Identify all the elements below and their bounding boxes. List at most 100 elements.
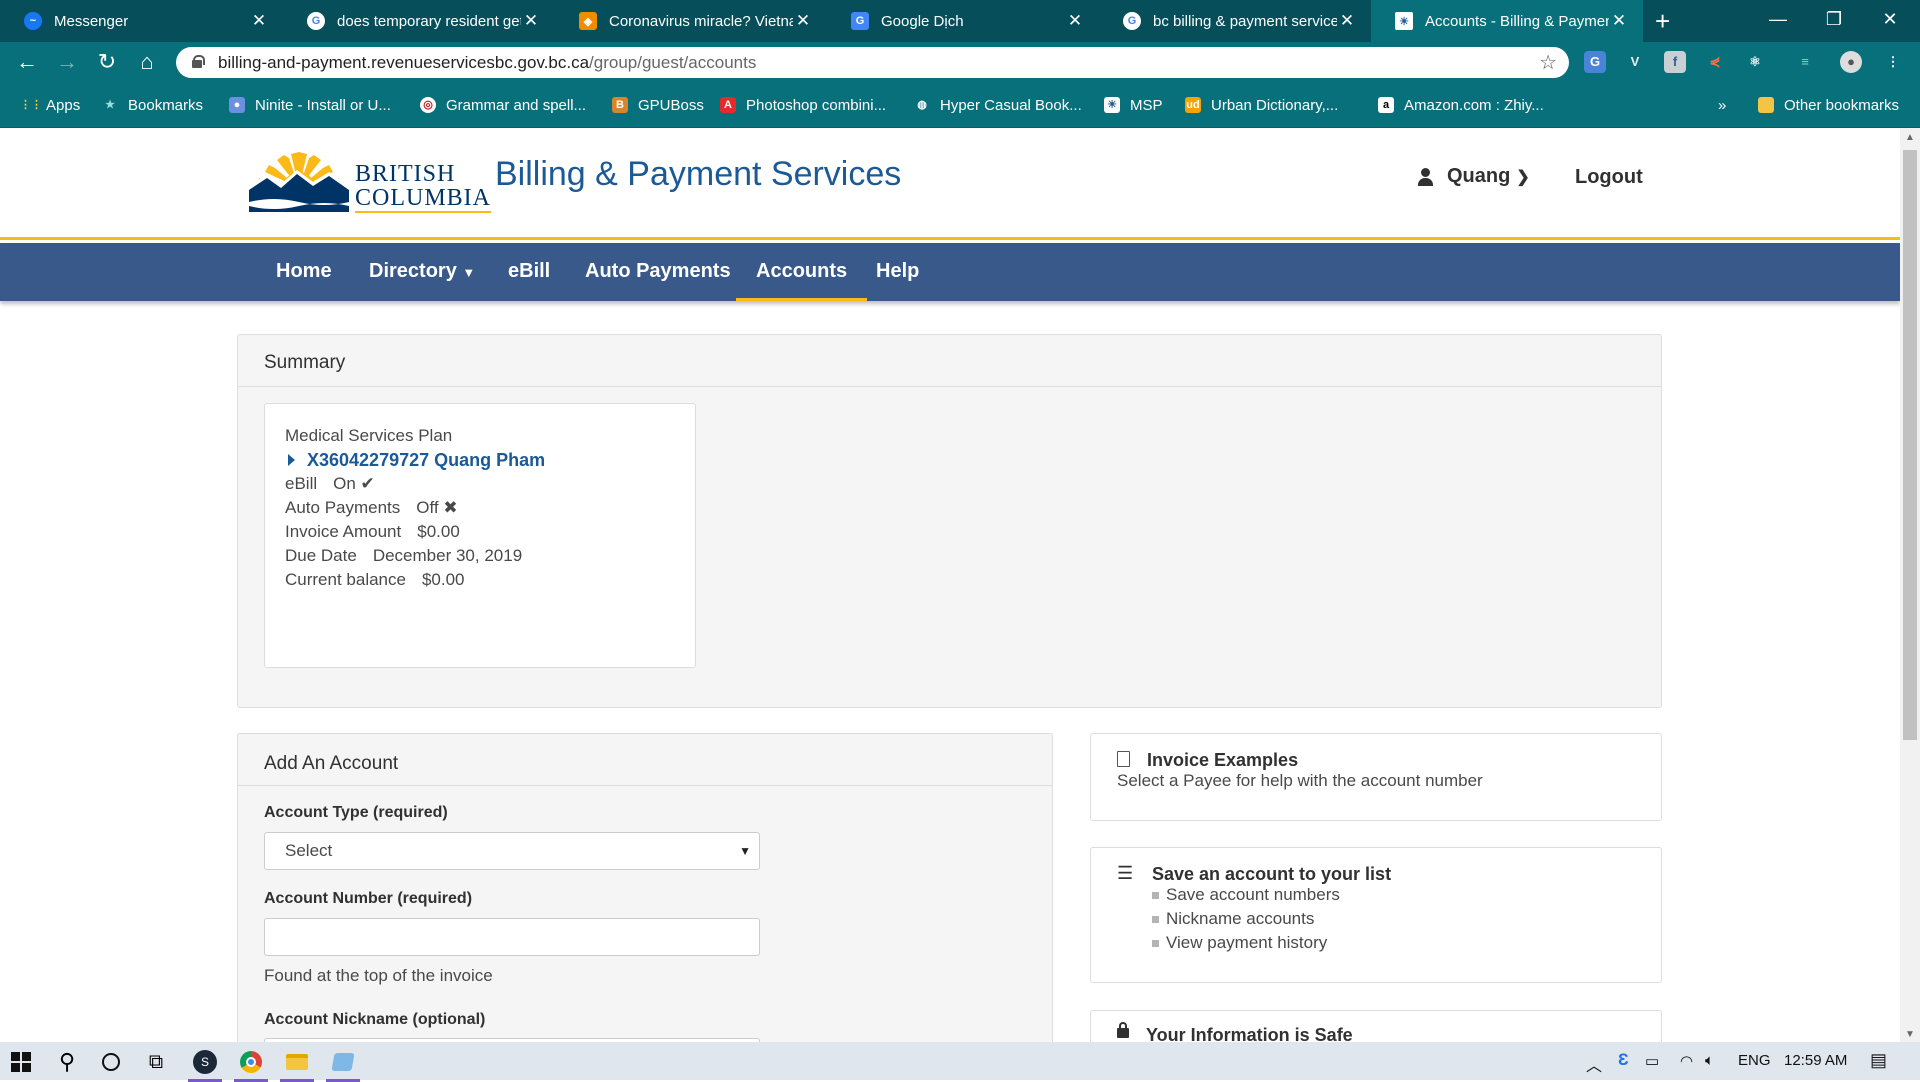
tab-accounts-active[interactable]: ☀ Accounts - Billing & Payment ✕ <box>1371 0 1643 42</box>
tab-bc-billing-search[interactable]: G bc billing & payment services ✕ <box>1099 0 1371 42</box>
account-type-label: Account Type (required) <box>264 804 448 821</box>
task-view-icon[interactable]: ⧉ <box>137 1046 175 1078</box>
forward-icon[interactable]: → <box>50 42 84 82</box>
tab-title: Google Dịch <box>881 12 964 30</box>
profile-avatar[interactable]: ● <box>1840 51 1862 73</box>
tab-google-search[interactable]: G does temporary resident get ✕ <box>283 0 555 42</box>
caret-down-icon: ▼ <box>462 265 476 280</box>
tab-coronavirus[interactable]: ◈ Coronavirus miracle? Vietnam ✕ <box>555 0 827 42</box>
back-icon[interactable]: ← <box>10 42 44 82</box>
share-extension-icon[interactable]: ⋞ <box>1704 51 1726 73</box>
windows-taskbar: ⚲ ⧉ S ︿ Ɛ ▭ ◠ 🔈︎ ENG 12:59 AM ▤ <box>0 1042 1920 1082</box>
bookmark-urban-dictionary[interactable]: ud Urban Dictionary,... <box>1185 94 1338 116</box>
tab-google-translate[interactable]: G Google Dịch ✕ <box>827 0 1099 42</box>
bc-sun-icon <box>249 152 349 212</box>
bookmarks-bar: ⋮⋮ Apps ★ Bookmarks ● Ninite - Install or U… <box>0 82 1920 128</box>
restore-icon[interactable]: ❐ <box>1806 0 1862 40</box>
new-tab-button[interactable]: + <box>1655 6 1670 37</box>
account-number-input[interactable] <box>264 918 760 956</box>
amazon-icon: a <box>1378 97 1394 113</box>
bookmark-grammar[interactable]: ◎ Grammar and spell... <box>420 94 586 116</box>
tab-title: bc billing & payment services <box>1153 12 1337 30</box>
app-icon[interactable] <box>324 1046 362 1082</box>
chrome-icon[interactable] <box>232 1046 270 1082</box>
windows-start-icon[interactable] <box>2 1046 40 1078</box>
site-title[interactable]: Billing & Payment Services <box>495 155 901 194</box>
steam-icon[interactable]: S <box>186 1046 224 1082</box>
nav-accounts[interactable]: Accounts <box>736 243 868 301</box>
nav-ebill[interactable]: eBill <box>488 243 570 301</box>
menu-dots-icon[interactable]: ⋮ <box>1882 51 1904 73</box>
user-menu-button[interactable]: Quang ❯ <box>1418 165 1530 188</box>
nav-help[interactable]: Help <box>856 243 939 301</box>
edge-tray-icon[interactable]: Ɛ <box>1618 1050 1629 1070</box>
bookmark-star-icon[interactable]: ☆ <box>1539 50 1557 75</box>
list-item: View payment history <box>1152 931 1340 955</box>
clock[interactable]: 12:59 AM <box>1784 1052 1847 1069</box>
logout-link[interactable]: Logout <box>1575 166 1643 189</box>
bc-logo[interactable]: BRITISH COLUMBIA <box>249 146 492 216</box>
close-icon[interactable]: ✕ <box>793 11 813 31</box>
cortana-icon[interactable] <box>92 1046 130 1078</box>
nav-directory[interactable]: Directory ▼ <box>349 243 495 301</box>
translate-extension-icon[interactable]: G <box>1584 51 1606 73</box>
reading-list-icon[interactable]: ≡ <box>1794 51 1816 73</box>
bookmark-gpuboss[interactable]: B GPUBoss <box>612 94 704 116</box>
file-explorer-icon[interactable] <box>278 1046 316 1082</box>
close-icon[interactable]: ✕ <box>1337 11 1357 31</box>
vimium-extension-icon[interactable]: V <box>1624 51 1646 73</box>
invoice-amount-label: Invoice Amount <box>285 522 402 541</box>
react-extension-icon[interactable]: ⚛ <box>1744 51 1766 73</box>
add-account-heading: Add An Account <box>238 734 1052 786</box>
address-bar[interactable]: billing-and-payment.revenueservicesbc.go… <box>176 47 1569 78</box>
battery-icon[interactable]: ▭ <box>1645 1052 1659 1070</box>
bookmark-amazon[interactable]: a Amazon.com : Zhiy... <box>1378 94 1544 116</box>
home-icon[interactable]: ⌂ <box>130 42 164 82</box>
scroll-up-icon[interactable]: ▲ <box>1905 132 1915 143</box>
facebook-extension-icon[interactable]: f <box>1664 51 1686 73</box>
bookmark-ninite[interactable]: ● Ninite - Install or U... <box>229 94 391 116</box>
tab-title: Messenger <box>54 12 129 30</box>
plan-name: Medical Services Plan <box>285 426 453 445</box>
bookmark-hyper-casual[interactable]: ◍ Hyper Casual Book... <box>914 94 1082 116</box>
scrollbar-thumb[interactable] <box>1903 150 1917 740</box>
wifi-icon[interactable]: ◠ <box>1680 1052 1693 1070</box>
account-link[interactable]: X36042279727 Quang Pham <box>285 448 695 472</box>
account-type-select[interactable]: Select ▼ <box>264 832 760 870</box>
apps-grid-icon: ⋮⋮ <box>20 99 42 111</box>
page-scrollbar[interactable]: ▲ ▼ <box>1900 128 1920 1042</box>
bookmark-msp[interactable]: ☀ MSP <box>1104 94 1163 116</box>
ebill-label: eBill <box>285 474 318 493</box>
notifications-icon[interactable]: ▤ <box>1870 1050 1887 1071</box>
globe-icon: ◍ <box>917 99 927 111</box>
close-icon[interactable]: ✕ <box>1065 11 1085 31</box>
bookmark-bookmarks[interactable]: ★ Bookmarks <box>102 94 203 116</box>
folder-icon <box>1758 97 1774 113</box>
tab-messenger[interactable]: ~ Messenger ✕ <box>0 0 283 42</box>
bookmarks-overflow-button[interactable]: » <box>1718 94 1726 116</box>
bookmark-label: MSP <box>1130 96 1163 114</box>
volume-icon[interactable]: 🔈︎ <box>1705 1052 1714 1069</box>
chevron-up-icon[interactable]: ︿ <box>1586 1052 1602 1076</box>
messenger-icon: ~ <box>24 12 42 30</box>
invoice-examples-title: Invoice Examples <box>1147 750 1299 770</box>
minimize-icon[interactable]: — <box>1750 0 1806 40</box>
bookmark-label: Urban Dictionary,... <box>1211 96 1339 114</box>
nav-home[interactable]: Home <box>256 243 352 301</box>
bookmark-label: Other bookmarks <box>1784 96 1900 114</box>
language-indicator[interactable]: ENG <box>1738 1052 1771 1069</box>
account-type-value: Select <box>285 841 333 860</box>
close-icon[interactable]: ✕ <box>521 11 541 31</box>
close-window-icon[interactable]: ✕ <box>1862 0 1918 40</box>
invoice-amount-value: $0.00 <box>417 522 460 541</box>
close-icon[interactable]: ✕ <box>249 11 269 31</box>
reload-icon[interactable]: ↻ <box>90 42 124 82</box>
close-icon[interactable]: ✕ <box>1609 11 1629 31</box>
scroll-down-icon[interactable]: ▼ <box>1905 1029 1915 1040</box>
search-icon[interactable]: ⚲ <box>48 1046 86 1078</box>
nav-auto-payments[interactable]: Auto Payments <box>565 243 751 301</box>
bookmark-apps[interactable]: ⋮⋮ Apps <box>20 94 80 116</box>
summary-heading: Summary <box>238 335 1661 387</box>
bookmark-photoshop[interactable]: A Photoshop combini... <box>720 94 886 116</box>
other-bookmarks[interactable]: Other bookmarks <box>1758 94 1899 116</box>
